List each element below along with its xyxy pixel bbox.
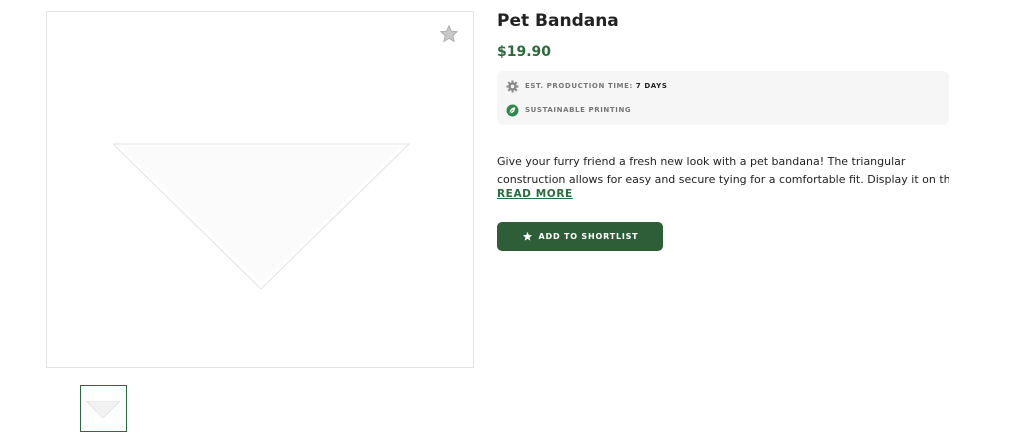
favorite-star-icon[interactable] bbox=[439, 24, 459, 44]
product-description: Give your furry friend a fresh new look … bbox=[497, 153, 949, 189]
product-meta-box: EST. PRODUCTION TIME: 7 DAYS SUSTAINABLE… bbox=[497, 71, 949, 125]
add-to-shortlist-button[interactable]: ADD TO SHORTLIST bbox=[497, 222, 663, 251]
production-time-value: 7 DAYS bbox=[635, 82, 668, 90]
production-time-label: EST. PRODUCTION TIME: bbox=[525, 82, 633, 90]
leaf-icon bbox=[506, 104, 519, 116]
production-time-row: EST. PRODUCTION TIME: 7 DAYS bbox=[506, 79, 667, 93]
description-line: construction allows for easy and secure … bbox=[497, 173, 949, 186]
sustainable-printing-row: SUSTAINABLE PRINTING bbox=[506, 103, 631, 117]
add-to-shortlist-label: ADD TO SHORTLIST bbox=[538, 232, 639, 241]
gear-icon bbox=[506, 80, 519, 92]
main-product-image[interactable] bbox=[46, 11, 474, 368]
thumbnail-selected[interactable] bbox=[80, 385, 127, 432]
star-icon bbox=[522, 231, 532, 241]
bandana-image bbox=[113, 143, 410, 290]
read-more-link[interactable]: READ MORE bbox=[497, 188, 573, 200]
product-price: $19.90 bbox=[497, 44, 552, 60]
product-title: Pet Bandana bbox=[497, 11, 619, 31]
sustainable-printing-label: SUSTAINABLE PRINTING bbox=[525, 106, 632, 114]
thumbnail-bandana-image bbox=[86, 401, 120, 419]
description-line: Give your furry friend a fresh new look … bbox=[497, 155, 906, 168]
